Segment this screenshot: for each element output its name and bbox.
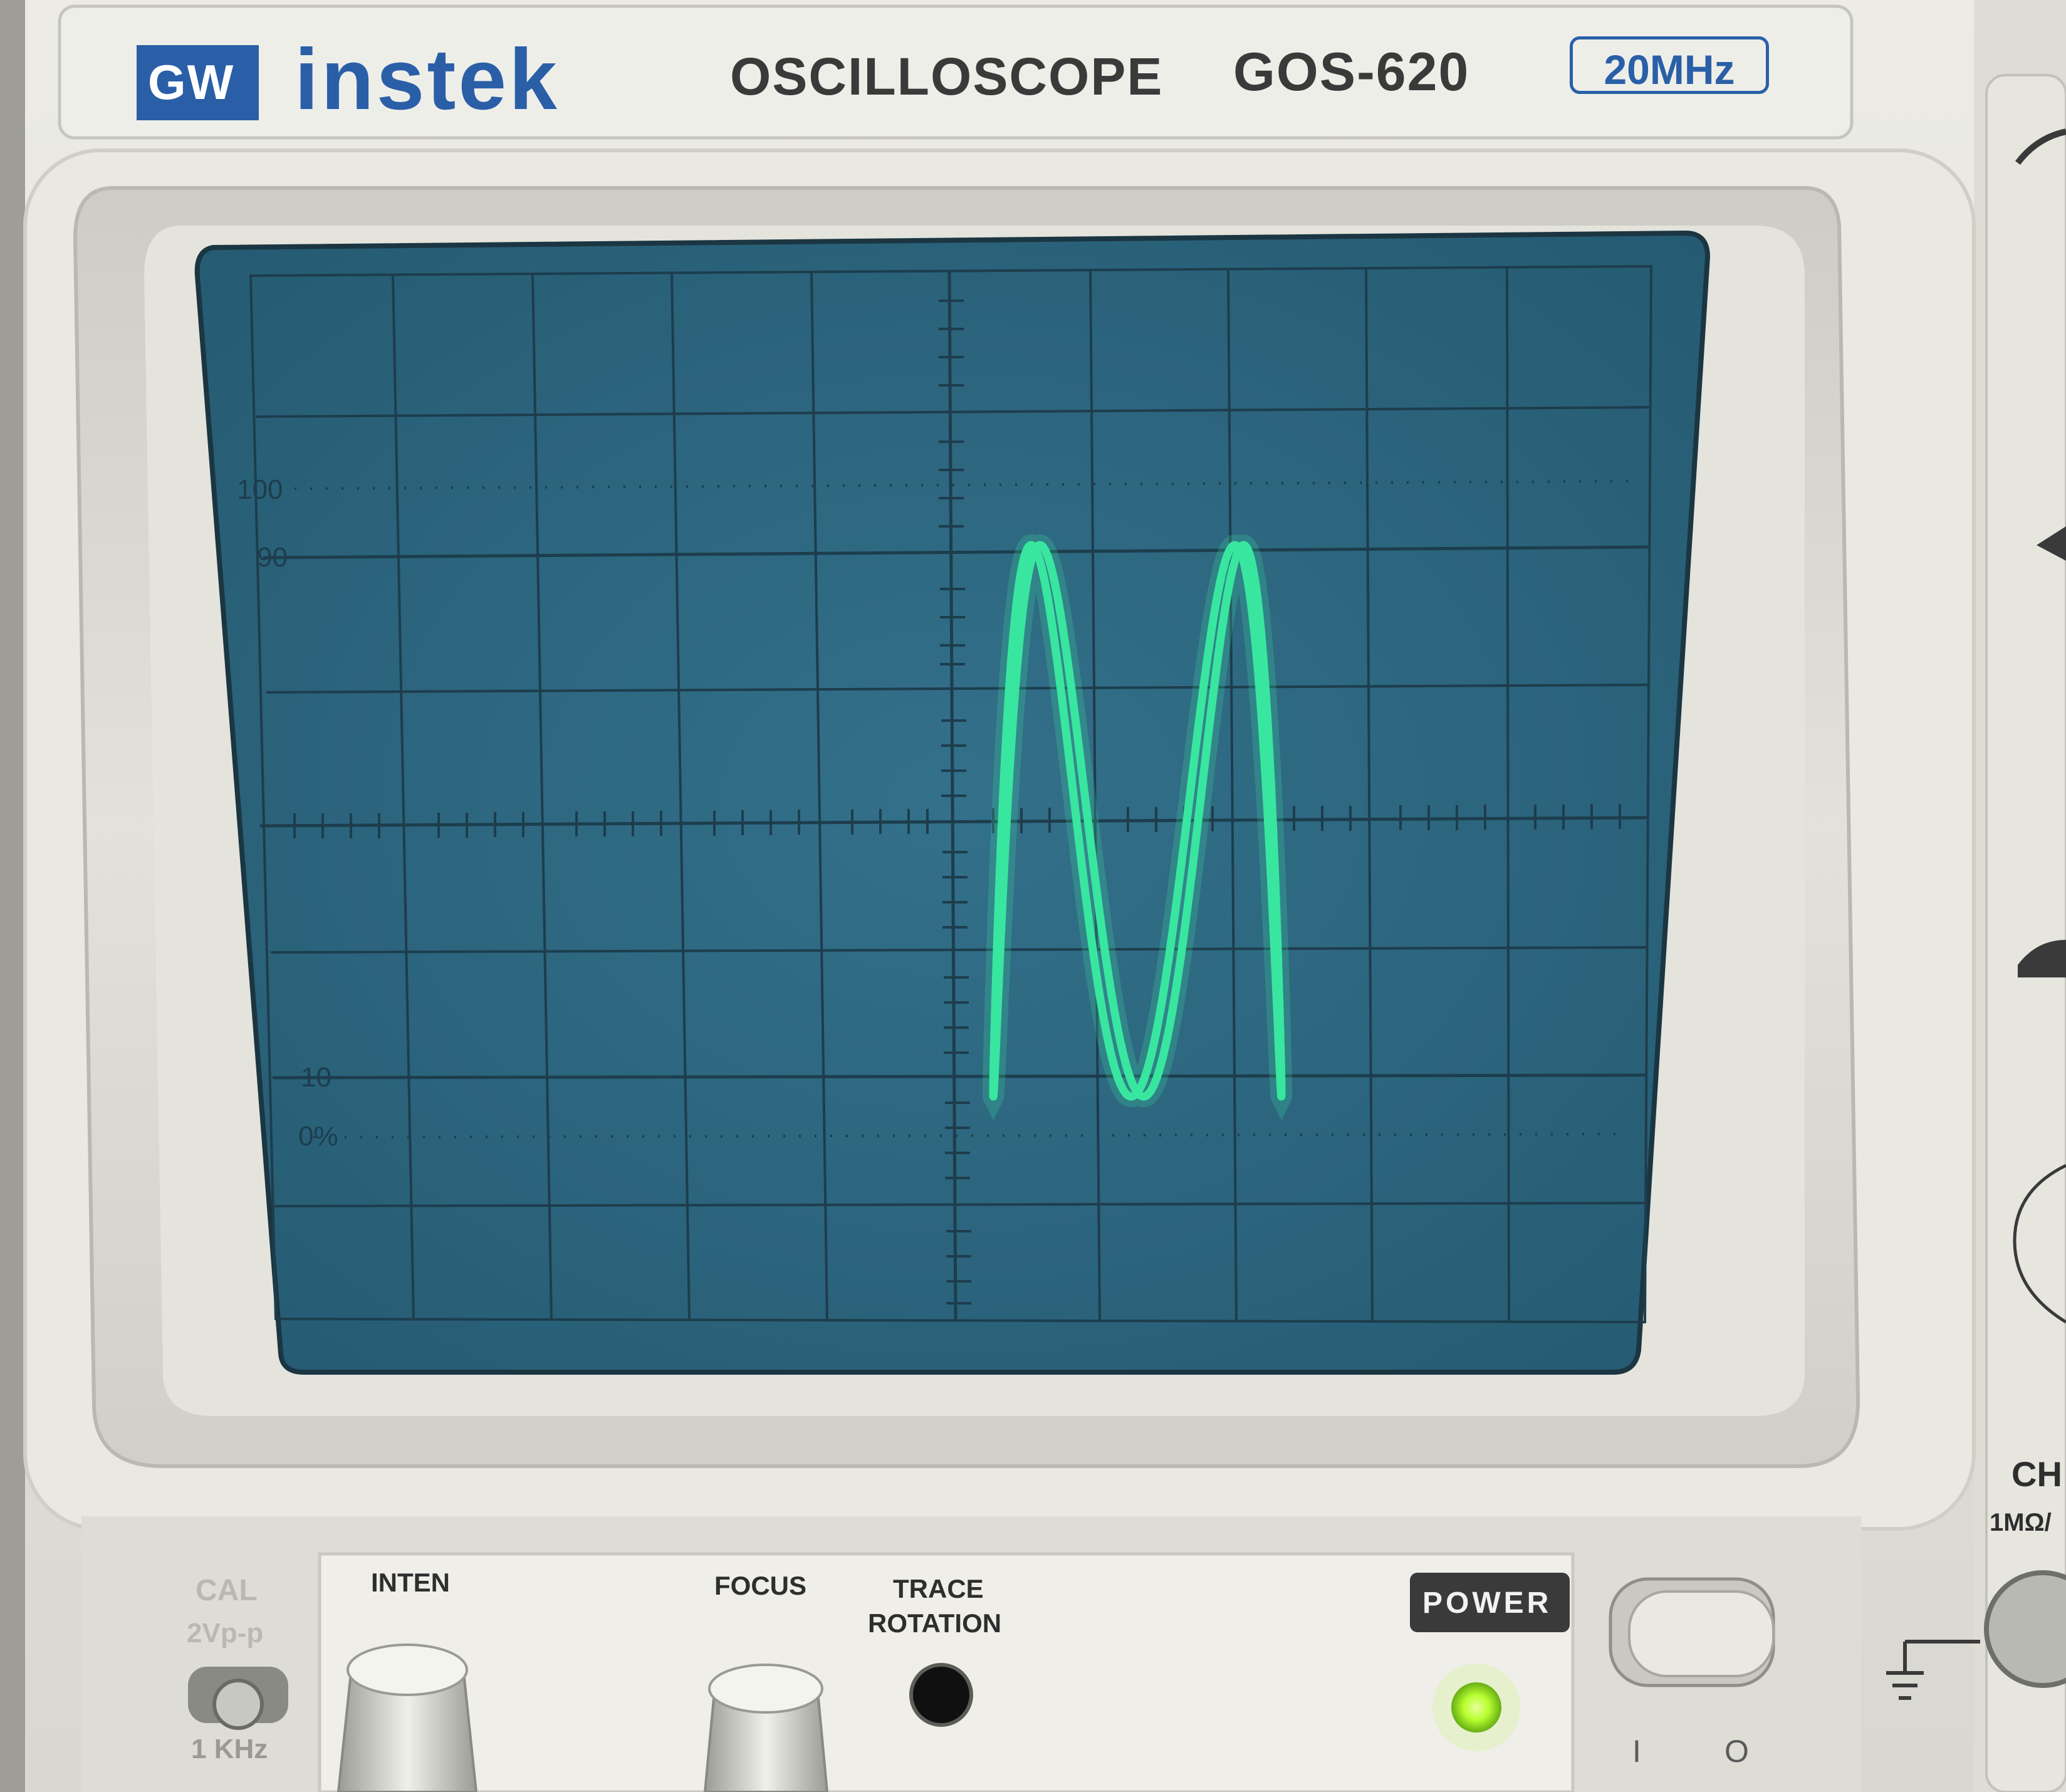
graticule-label-0: 0% xyxy=(298,1121,338,1152)
logo-badge-text: GW xyxy=(148,55,235,110)
graticule-label-100: 100 xyxy=(237,474,283,505)
cal-label: CAL xyxy=(196,1574,258,1607)
product-type-label: OSCILLOSCOPE xyxy=(730,47,1164,106)
cal-value: 2Vp-p xyxy=(187,1618,264,1649)
switch-off-symbol: O xyxy=(1724,1734,1749,1769)
power-label: POWER xyxy=(1422,1586,1552,1620)
graticule-label-90: 90 xyxy=(257,542,288,573)
bandwidth-badge-text: 20MHz xyxy=(1604,46,1735,93)
oscilloscope-photo: GW instek OSCILLOSCOPE GOS-620 20MHz 100… xyxy=(0,0,2066,1792)
inten-label: INTEN xyxy=(371,1568,450,1597)
trace-rotation-label-line1: TRACE xyxy=(893,1574,984,1603)
switch-on-symbol: I xyxy=(1632,1734,1641,1769)
cal-frequency: 1 KHz xyxy=(191,1734,268,1764)
bandwidth-badge: 20MHz xyxy=(1570,36,1769,94)
trace-rotation-adjuster[interactable] xyxy=(909,1663,973,1727)
focus-label: FOCUS xyxy=(714,1571,806,1600)
oscilloscope-body xyxy=(0,0,2066,1792)
channel-label: CH xyxy=(2011,1454,2062,1494)
model-label: GOS-620 xyxy=(1233,42,1470,102)
graticule-label-10: 10 xyxy=(301,1062,331,1093)
focus-knob[interactable] xyxy=(703,1664,829,1792)
trace-rotation-label-line2: ROTATION xyxy=(868,1608,1002,1638)
inten-knob[interactable] xyxy=(337,1644,478,1792)
power-switch[interactable] xyxy=(1609,1577,1775,1687)
input-impedance-label: 1MΩ/ xyxy=(1990,1509,2052,1536)
logo-wordmark: instek xyxy=(295,31,560,128)
